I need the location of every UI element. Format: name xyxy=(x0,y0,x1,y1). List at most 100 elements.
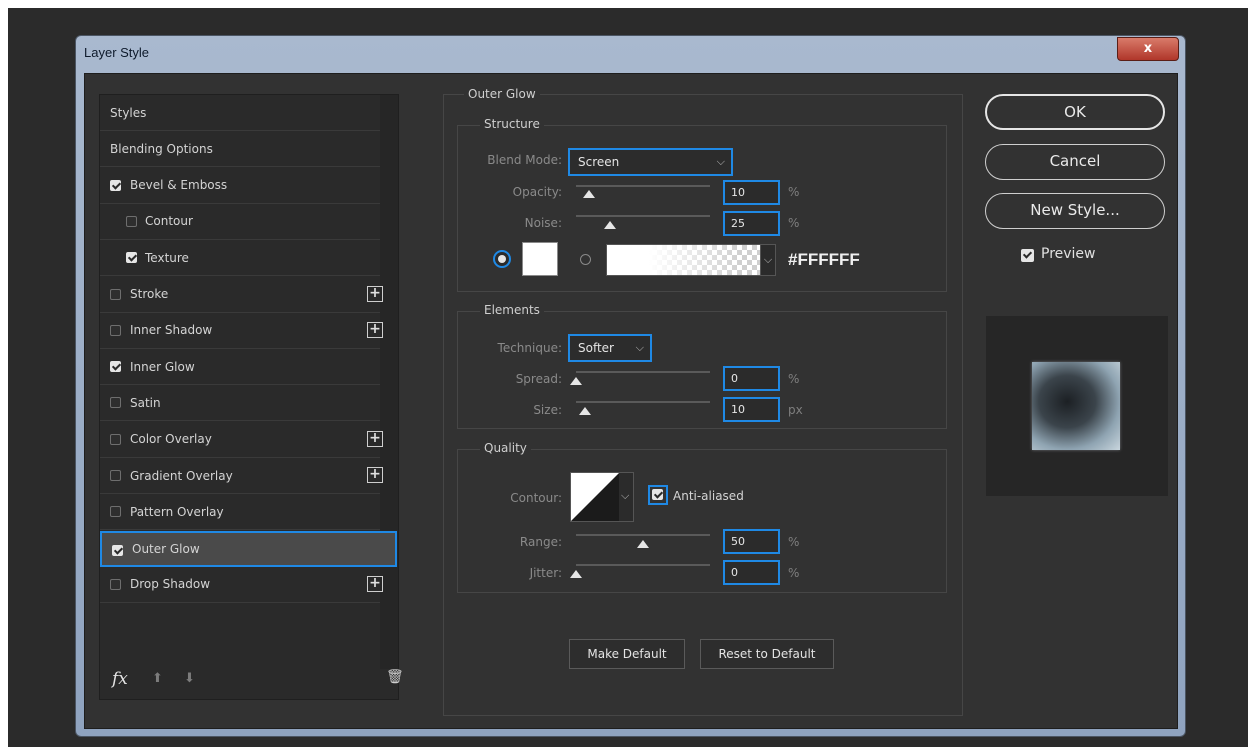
sidebar-item-label: Blending Options xyxy=(110,141,213,156)
plus-icon[interactable]: + xyxy=(367,321,383,338)
sidebar-item-label: Outer Glow xyxy=(132,541,200,556)
sidebar-item-drop-shadow[interactable]: Drop Shadow + xyxy=(100,567,383,603)
color-radio[interactable] xyxy=(493,250,511,268)
jitter-slider-track[interactable] xyxy=(576,564,710,566)
ok-button[interactable]: OK xyxy=(985,94,1165,130)
close-button[interactable]: x xyxy=(1117,37,1179,61)
checkbox[interactable] xyxy=(110,578,121,590)
spread-label: Spread: xyxy=(515,372,562,386)
spread-input[interactable]: 0 xyxy=(723,366,780,391)
opacity-input[interactable]: 10 xyxy=(723,180,780,205)
checkbox[interactable] xyxy=(110,470,121,481)
sidebar-item-label: Color Overlay xyxy=(130,432,212,447)
cancel-button[interactable]: Cancel xyxy=(985,144,1165,180)
sidebar-item-color-overlay[interactable]: Color Overlay + xyxy=(100,422,383,458)
opacity-label: Opacity: xyxy=(512,185,562,199)
make-default-button[interactable]: Make Default xyxy=(569,639,685,669)
plus-icon[interactable]: + xyxy=(367,575,383,592)
technique-label: Technique: xyxy=(497,341,562,355)
gradient-swatch[interactable] xyxy=(606,244,776,276)
sidebar-item-blending-options[interactable]: Blending Options xyxy=(100,131,380,168)
jitter-input[interactable]: 0 xyxy=(723,560,780,585)
sidebar-item-inner-shadow[interactable]: Inner Shadow + xyxy=(100,313,383,349)
structure-legend: Structure xyxy=(480,117,544,131)
reset-to-default-button[interactable]: Reset to Default xyxy=(700,639,834,669)
noise-input[interactable]: 25 xyxy=(723,211,780,236)
size-unit: px xyxy=(788,403,803,417)
blend-mode-label: Blend Mode: xyxy=(487,153,562,167)
size-slider-track[interactable] xyxy=(576,401,710,403)
glow-color-swatch[interactable] xyxy=(522,242,558,276)
outer-glow-panel: Outer Glow Structure Blend Mode: Screen … xyxy=(443,87,963,716)
gradient-radio[interactable] xyxy=(580,254,591,265)
preview-label: Preview xyxy=(1041,246,1096,262)
contour-picker[interactable]: ⌵ xyxy=(570,472,634,522)
gradient-dropdown[interactable]: ⌵ xyxy=(760,244,776,276)
range-slider-track[interactable] xyxy=(576,534,710,536)
fx-icon[interactable]: fx xyxy=(112,669,128,689)
sidebar-item-texture[interactable]: Texture xyxy=(100,240,380,277)
arrow-down-icon[interactable]: ⬇ xyxy=(184,671,198,686)
checkbox[interactable] xyxy=(110,397,121,409)
styles-list: Styles Blending Options Bevel & Emboss Cont… xyxy=(99,94,404,700)
sidebar-item-label: Texture xyxy=(145,250,189,265)
checkbox[interactable] xyxy=(126,215,137,227)
noise-label: Noise: xyxy=(524,216,562,230)
sidebar-item-label: Gradient Overlay xyxy=(130,468,233,483)
sidebar-item-pattern-overlay[interactable]: Pattern Overlay xyxy=(100,494,380,531)
sidebar-item-stroke[interactable]: Stroke + xyxy=(100,277,383,313)
checkbox[interactable] xyxy=(110,324,121,336)
preview-toggle[interactable]: Preview xyxy=(1021,246,1141,266)
range-input[interactable]: 50 xyxy=(723,529,780,554)
noise-slider-track[interactable] xyxy=(576,215,710,217)
sidebar-item-contour[interactable]: Contour xyxy=(100,204,380,240)
style-preview xyxy=(986,316,1168,496)
sidebar-item-label: Satin xyxy=(130,395,161,410)
checkbox-checked-icon xyxy=(652,489,663,500)
trash-icon[interactable]: 🗑 xyxy=(386,669,404,685)
chevron-down-icon: ⌵ xyxy=(763,253,773,266)
noise-slider-thumb[interactable] xyxy=(603,221,616,229)
panel-title: Outer Glow xyxy=(464,87,540,101)
chevron-down-icon: ⌵ xyxy=(716,155,725,168)
jitter-slider-thumb[interactable] xyxy=(570,570,582,578)
checkbox[interactable] xyxy=(110,179,121,191)
contour-label: Contour: xyxy=(510,491,562,505)
anti-aliased-label: Anti-aliased xyxy=(673,489,744,503)
checkbox[interactable] xyxy=(110,433,121,445)
size-slider-thumb[interactable] xyxy=(579,407,592,415)
anti-aliased-checkbox[interactable] xyxy=(648,485,668,505)
opacity-unit: % xyxy=(788,185,800,199)
sidebar-item-outer-glow[interactable]: Outer Glow xyxy=(100,530,397,567)
arrow-up-icon[interactable]: ⬆ xyxy=(152,671,166,686)
blend-mode-value: Screen xyxy=(578,155,620,169)
range-label: Range: xyxy=(519,535,562,549)
sidebar-item-label: Drop Shadow xyxy=(130,577,211,592)
range-slider-thumb[interactable] xyxy=(637,540,649,548)
checkbox[interactable] xyxy=(110,288,121,300)
sidebar-item-satin[interactable]: Satin xyxy=(100,385,380,422)
plus-icon[interactable]: + xyxy=(367,430,383,447)
sidebar-item-gradient-overlay[interactable]: Gradient Overlay + xyxy=(100,458,383,494)
size-input[interactable]: 10 xyxy=(723,397,780,422)
structure-group: Structure Blend Mode: Screen ⌵ Opacity: … xyxy=(457,117,947,292)
checkbox[interactable] xyxy=(110,506,121,518)
range-unit: % xyxy=(788,535,800,549)
checkbox[interactable] xyxy=(112,544,123,556)
opacity-slider-track[interactable] xyxy=(576,185,710,187)
spread-slider-thumb[interactable] xyxy=(570,377,582,385)
blend-mode-select[interactable]: Screen ⌵ xyxy=(568,148,733,176)
plus-icon[interactable]: + xyxy=(367,285,383,302)
spread-slider-track[interactable] xyxy=(576,371,710,373)
sidebar-item-bevel-emboss[interactable]: Bevel & Emboss xyxy=(100,168,380,204)
plus-icon[interactable]: + xyxy=(367,467,383,483)
checkbox[interactable] xyxy=(126,252,137,264)
new-style-button[interactable]: New Style... xyxy=(985,193,1165,229)
sidebar-item-inner-glow[interactable]: Inner Glow xyxy=(100,349,380,386)
opacity-slider-thumb[interactable] xyxy=(583,190,596,198)
technique-select[interactable]: Softer ⌵ xyxy=(568,334,652,362)
sidebar-item-styles[interactable]: Styles xyxy=(100,95,380,131)
checkbox[interactable] xyxy=(110,361,121,373)
dialog-content: Styles Blending Options Bevel & Emboss Cont… xyxy=(84,73,1178,729)
sidebar-footer: fx ⬆ ⬇ 🗑 xyxy=(100,659,404,699)
